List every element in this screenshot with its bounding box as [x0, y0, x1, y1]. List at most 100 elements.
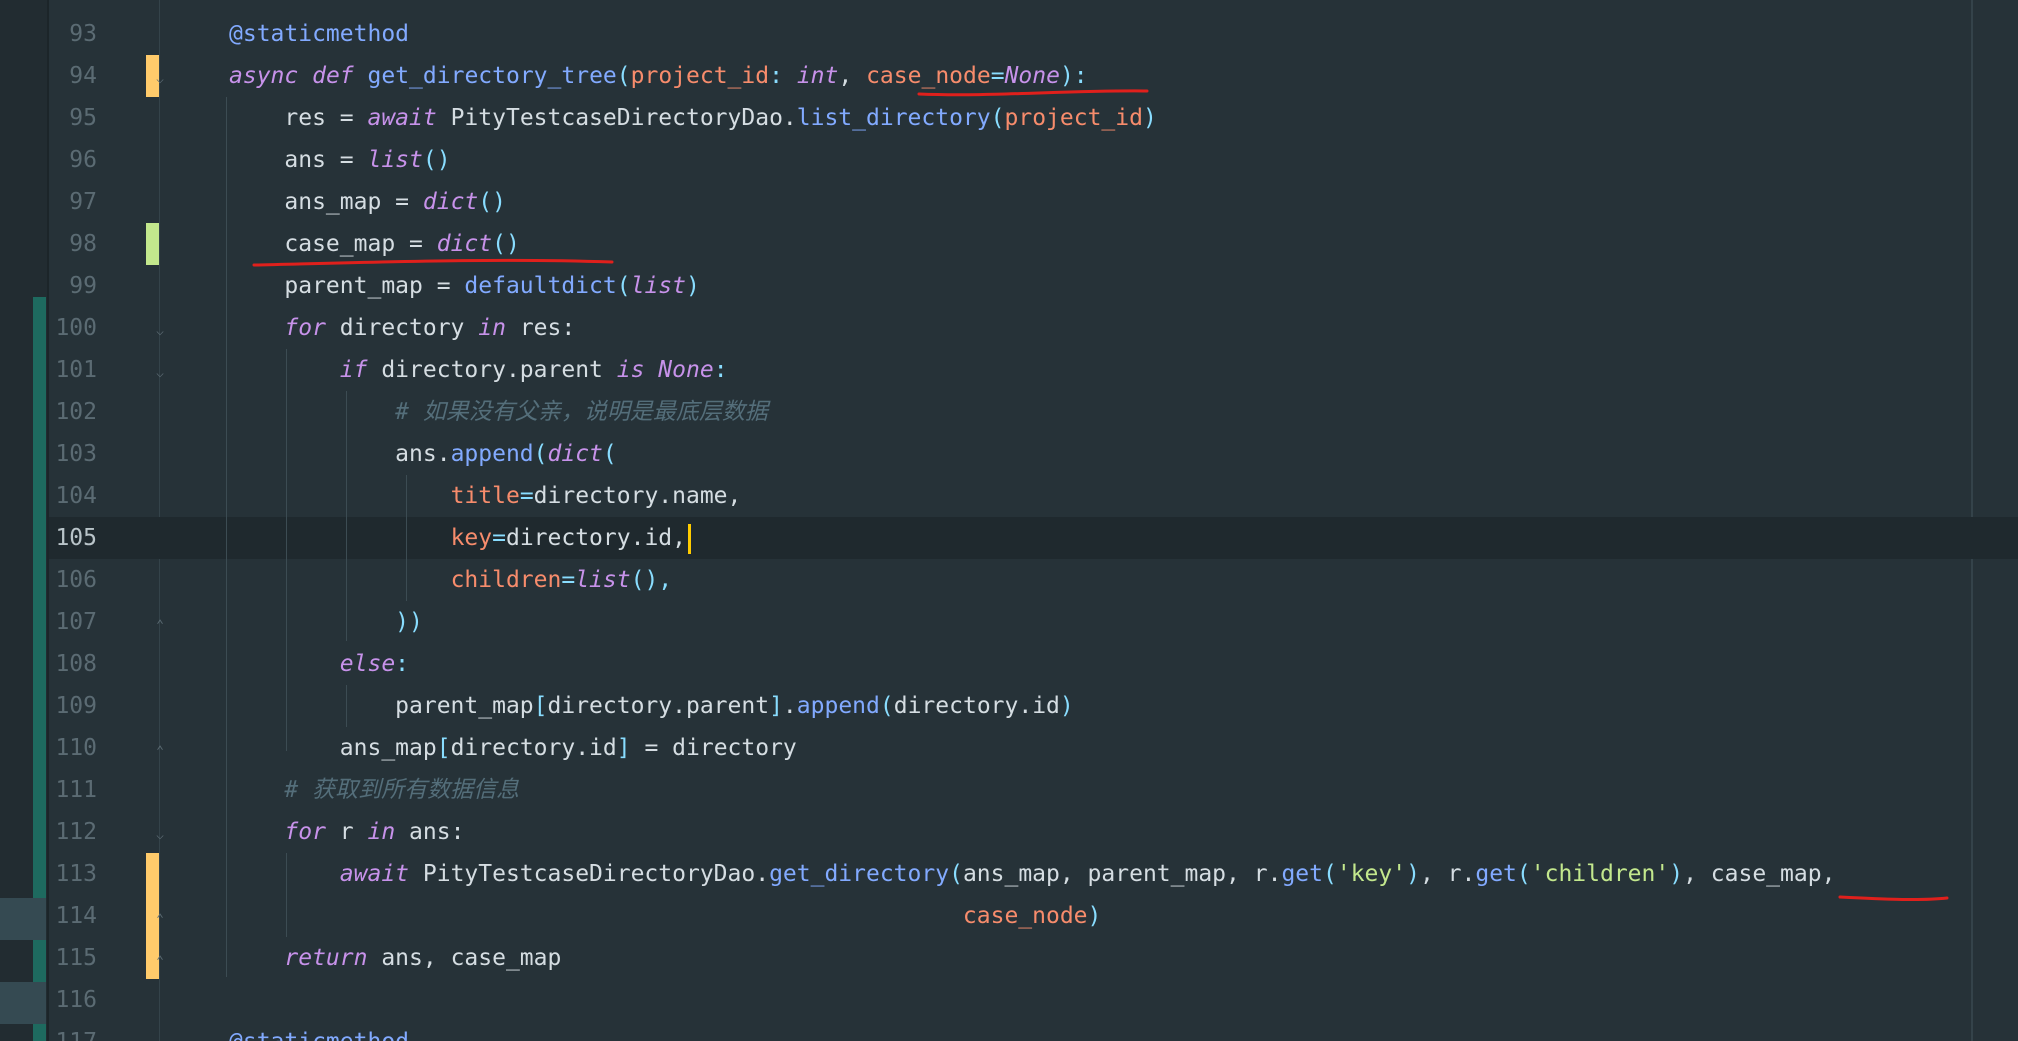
fold-icon[interactable]: ⌵	[153, 829, 167, 842]
code-token: = directory	[630, 735, 797, 761]
code-line[interactable]: case_map = dict()	[229, 223, 519, 265]
fold-icon[interactable]: ⌵	[153, 325, 167, 338]
code-line[interactable]: ans = list()	[229, 139, 450, 181]
code-token: else	[339, 651, 396, 677]
code-line[interactable]: async def get_directory_tree(project_id:…	[229, 55, 1088, 97]
fold-icon[interactable]: ⌵	[153, 367, 167, 380]
line-number[interactable]: 99	[49, 265, 97, 307]
code-token: async	[229, 63, 299, 89]
line-number[interactable]: 100	[49, 307, 97, 349]
code-token: )	[1669, 861, 1684, 887]
line-number[interactable]: 96	[49, 139, 97, 181]
code-token: (	[879, 693, 894, 719]
code-token: ]	[769, 693, 783, 719]
code-token: (	[602, 441, 617, 467]
code-token: directory.id	[450, 735, 617, 761]
code-token: res:	[505, 315, 576, 341]
line-number[interactable]: 105	[49, 517, 97, 559]
code-token: ans =	[229, 147, 368, 173]
code-token: list	[630, 273, 686, 299]
code-line[interactable]: for r in ans:	[229, 811, 464, 853]
code-line[interactable]: res = await PityTestcaseDirectoryDao.lis…	[229, 97, 1157, 139]
gutter-highlight	[0, 982, 46, 1024]
code-line[interactable]: await PityTestcaseDirectoryDao.get_direc…	[229, 853, 1836, 895]
code-token: list	[367, 147, 423, 173]
code-line[interactable]: parent_map = defaultdict(list)	[229, 265, 699, 307]
line-number[interactable]: 93	[49, 13, 97, 55]
fold-end-icon[interactable]: ⌃	[153, 955, 167, 968]
code-token: directory.parent	[367, 357, 617, 383]
code-token: 'children'	[1530, 861, 1670, 887]
line-number[interactable]: 113	[49, 853, 97, 895]
line-number[interactable]: 97	[49, 181, 97, 223]
code-line[interactable]: else:	[229, 643, 409, 685]
code-token: =	[492, 525, 506, 551]
code-line[interactable]: # 获取到所有数据信息	[229, 769, 519, 811]
fold-end-icon[interactable]: ⌃	[153, 619, 167, 632]
code-token: )	[1142, 105, 1157, 131]
line-number[interactable]: 94	[49, 55, 97, 97]
code-token: for	[284, 819, 326, 845]
line-number[interactable]: 116	[49, 979, 97, 1021]
line-number[interactable]: 109	[49, 685, 97, 727]
added-line-marker[interactable]	[146, 223, 159, 265]
code-token: (	[1322, 861, 1337, 887]
code-token: ,	[838, 63, 867, 89]
code-line[interactable]: for directory in res:	[229, 307, 575, 349]
line-number[interactable]: 115	[49, 937, 97, 979]
code-line[interactable]: ))	[229, 601, 423, 643]
code-line[interactable]: # 如果没有父亲，说明是最底层数据	[229, 391, 768, 433]
code-token: (	[616, 63, 631, 89]
line-number[interactable]: 112	[49, 811, 97, 853]
code-token: dict	[436, 231, 493, 257]
code-line[interactable]: @staticmethod	[229, 1021, 409, 1041]
code-token: children	[450, 567, 562, 593]
code-line[interactable]: ans_map[directory.id] = directory	[229, 727, 797, 769]
code-line[interactable]: ans_map = dict()	[229, 181, 506, 223]
code-token: ans_map	[229, 735, 437, 761]
fold-icon[interactable]: ⌵	[153, 73, 167, 86]
code-line[interactable]: if directory.parent is None:	[229, 349, 728, 391]
line-number[interactable]: 114	[49, 895, 97, 937]
code-token: get_directory	[769, 861, 950, 887]
annotation-underline	[1838, 895, 1949, 902]
code-token: =	[990, 63, 1005, 89]
code-token: ans.	[229, 441, 451, 467]
code-token: get	[1475, 861, 1517, 887]
line-number[interactable]: 111	[49, 769, 97, 811]
line-number[interactable]: 104	[49, 475, 97, 517]
line-number[interactable]: 101	[49, 349, 97, 391]
line-number[interactable]: 103	[49, 433, 97, 475]
code-editor[interactable]: ⌵ ⌵ ⌵ ⌃ ⌃ ⌵ ⌃ ⌃ 93 @staticmethod 94 async d…	[0, 0, 2018, 1041]
line-number[interactable]: 110	[49, 727, 97, 769]
line-number[interactable]: 106	[49, 559, 97, 601]
code-line[interactable]: parent_map[directory.parent].append(dire…	[229, 685, 1074, 727]
code-token: PityTestcaseDirectoryDao.	[409, 861, 770, 887]
fold-end-icon[interactable]: ⌃	[153, 913, 167, 926]
line-number[interactable]: 98	[49, 223, 97, 265]
code-token: int	[796, 63, 839, 89]
line-number[interactable]: 108	[49, 643, 97, 685]
code-line[interactable]: key=directory.id,	[229, 517, 691, 559]
code-token: :	[769, 63, 783, 89]
line-number[interactable]: 102	[49, 391, 97, 433]
code-token: in	[478, 315, 506, 341]
code-token: None	[1004, 63, 1060, 89]
code-line[interactable]: title=directory.name,	[229, 475, 742, 517]
line-number[interactable]: 107	[49, 601, 97, 643]
code-line[interactable]: case_node)	[229, 895, 1101, 937]
code-line[interactable]: return ans, case_map	[229, 937, 561, 979]
code-line[interactable]: @staticmethod	[229, 13, 409, 55]
code-line[interactable]: children=list(),	[229, 559, 673, 601]
line-number[interactable]: 95	[49, 97, 97, 139]
code-token: None	[658, 357, 714, 383]
code-line[interactable]: ans.append(dict(	[229, 433, 617, 475]
code-token: ans:	[395, 819, 465, 845]
line-number[interactable]: 117	[49, 1021, 97, 1041]
fold-end-icon[interactable]: ⌃	[153, 745, 167, 758]
